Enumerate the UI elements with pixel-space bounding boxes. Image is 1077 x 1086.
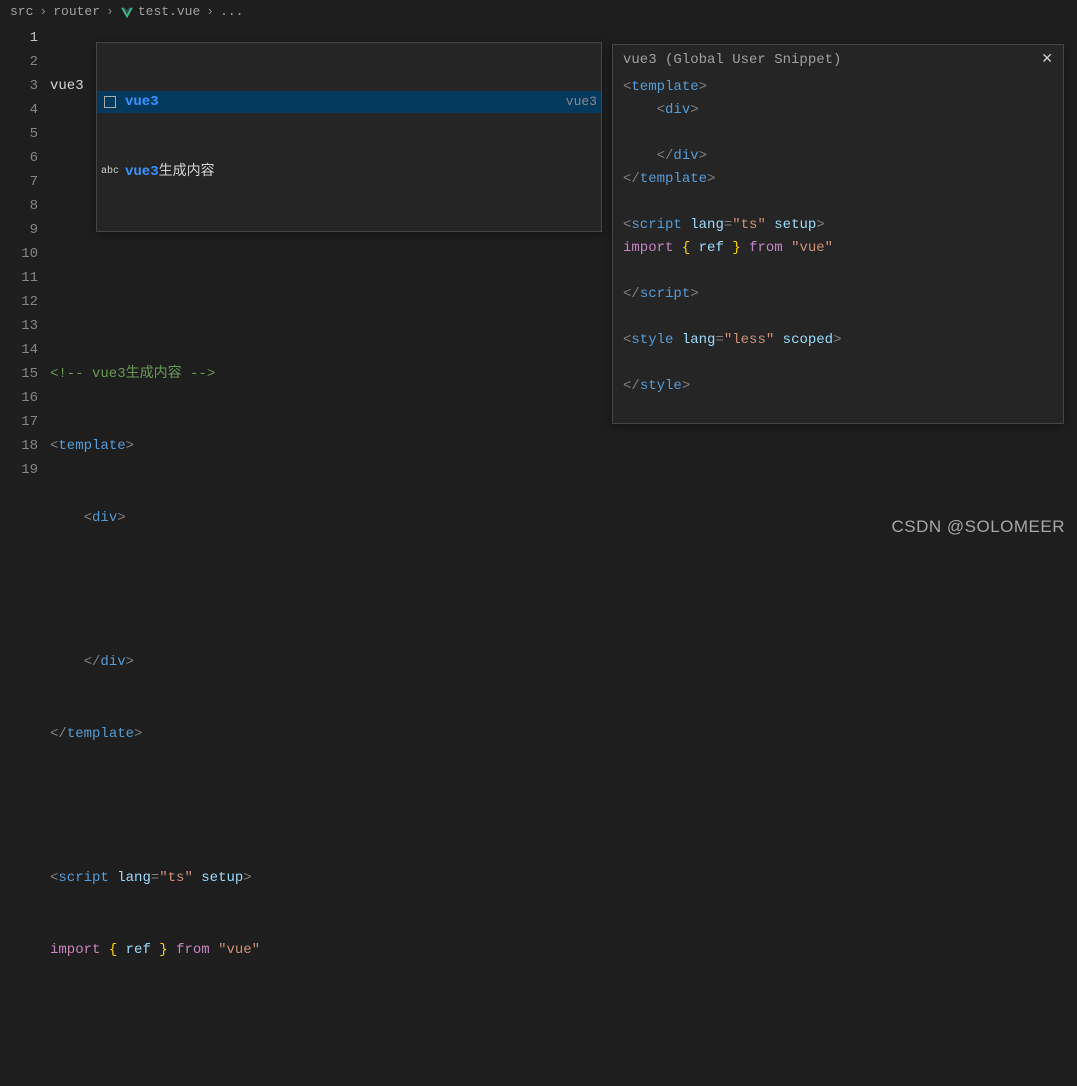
breadcrumb-file[interactable]: test.vue	[138, 4, 200, 19]
line-number: 16	[0, 386, 38, 410]
line-number: 13	[0, 314, 38, 338]
snippet-icon	[104, 96, 116, 108]
line-number: 9	[0, 218, 38, 242]
line-number: 3	[0, 74, 38, 98]
line-number-gutter: 1 2 3 4 5 6 7 8 9 10 11 12 13 14 15 16 1…	[0, 22, 50, 543]
breadcrumb-seg[interactable]: src	[10, 4, 33, 19]
breadcrumb-more[interactable]: ...	[220, 4, 243, 19]
suggest-widget: vue3 vue3 abc vue3生成内容	[96, 42, 602, 232]
doc-body: <template> <div> </div> </template> <scr…	[613, 74, 1063, 400]
line-number: 1	[0, 26, 38, 50]
code-comment: <!-- vue3生成内容 -->	[50, 366, 215, 382]
line-number: 11	[0, 266, 38, 290]
suggest-detail: vue3	[566, 90, 597, 114]
line-number: 8	[0, 194, 38, 218]
vue-icon	[120, 6, 134, 20]
line-number: 15	[0, 362, 38, 386]
suggest-extra: 生成内容	[159, 160, 215, 184]
breadcrumb-seg[interactable]: router	[53, 4, 100, 19]
chevron-right-icon: ›	[39, 4, 47, 19]
line-number: 17	[0, 410, 38, 434]
line-number: 4	[0, 98, 38, 122]
chevron-right-icon: ›	[106, 4, 114, 19]
suggest-details-popup: vue3 (Global User Snippet) ✕ <template> …	[612, 44, 1064, 424]
suggest-item[interactable]: abc vue3生成内容	[97, 161, 601, 183]
line-number: 14	[0, 338, 38, 362]
line-number: 19	[0, 458, 38, 482]
line-number: 18	[0, 434, 38, 458]
suggest-label: vue3	[125, 90, 159, 114]
line-number: 5	[0, 122, 38, 146]
line-number: 2	[0, 50, 38, 74]
watermark: CSDN @SOLOMEER	[891, 517, 1065, 537]
chevron-right-icon: ›	[206, 4, 214, 19]
keyword-icon: abc	[101, 164, 119, 180]
line-number: 12	[0, 290, 38, 314]
suggest-item[interactable]: vue3 vue3	[97, 91, 601, 113]
breadcrumb: src › router › test.vue › ...	[0, 0, 1077, 22]
doc-title: vue3 (Global User Snippet)	[623, 52, 841, 68]
line-number: 6	[0, 146, 38, 170]
line-number: 7	[0, 170, 38, 194]
line-number: 10	[0, 242, 38, 266]
close-icon[interactable]: ✕	[1041, 51, 1053, 68]
code-text: vue3	[50, 78, 84, 94]
suggest-label: vue3	[125, 160, 159, 184]
